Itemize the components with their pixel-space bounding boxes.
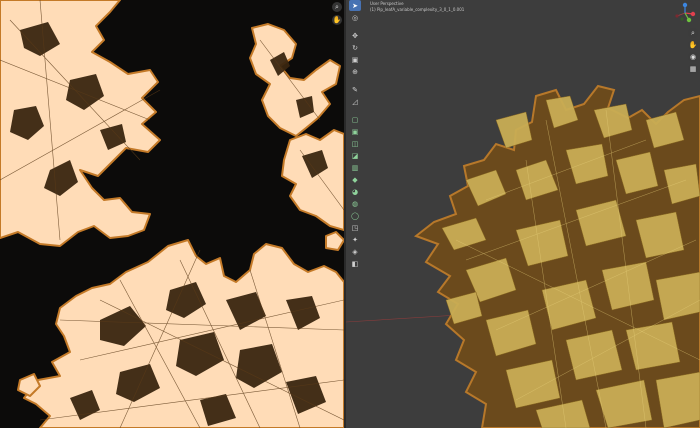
measure-tool-icon[interactable]: ◿ bbox=[349, 96, 361, 107]
zoom-icon[interactable]: ⌕ bbox=[332, 2, 342, 12]
z-axis-handle bbox=[682, 2, 688, 8]
bevel-tool-icon[interactable]: ◪ bbox=[349, 150, 361, 161]
transform-tool-icon[interactable]: ⊕ bbox=[349, 66, 361, 77]
foliage-mesh bbox=[346, 84, 700, 428]
knife-tool-icon[interactable]: ◆ bbox=[349, 174, 361, 185]
smooth-tool-icon[interactable]: ◯ bbox=[349, 210, 361, 221]
viewport-navigation-controls: ⌕ ✋ ◉ ▦ bbox=[688, 28, 698, 74]
y-axis-handle bbox=[686, 17, 692, 23]
x-axis-handle bbox=[690, 11, 696, 17]
active-object-label: (1) Pip_leafA_variable_complexity_3_0_1_… bbox=[370, 7, 465, 12]
navigation-gizmo[interactable] bbox=[674, 2, 696, 24]
cursor-tool-icon[interactable]: ◎ bbox=[349, 12, 361, 23]
poly-build-tool-icon[interactable]: ◕ bbox=[349, 186, 361, 197]
hand-icon[interactable]: ✋ bbox=[332, 15, 342, 25]
uv-navigation-controls: ⌕ ✋ bbox=[332, 2, 342, 25]
inset-tool-icon[interactable]: ◫ bbox=[349, 138, 361, 149]
grid-icon[interactable]: ▦ bbox=[688, 64, 698, 74]
uv-editor[interactable]: ⌕ ✋ bbox=[0, 0, 344, 428]
edge-slide-tool-icon[interactable]: ◳ bbox=[349, 222, 361, 233]
uv-islands bbox=[0, 0, 344, 428]
toolbar-separator bbox=[349, 108, 361, 113]
add-cube-tool-icon[interactable]: ▢ bbox=[349, 114, 361, 125]
shrink-tool-icon[interactable]: ✦ bbox=[349, 234, 361, 245]
hand-icon[interactable]: ✋ bbox=[688, 40, 698, 50]
move-tool-icon[interactable]: ✥ bbox=[349, 30, 361, 41]
tool-shelf: ➤ ◎ ✥ ↻ ▣ ⊕ ✎ ◿ ▢ ▣ ◫ ◪ ▥ ◆ ◕ ◍ ◯ ◳ ✦ ◈ ◧ bbox=[348, 0, 362, 270]
uv-island-canvas bbox=[0, 0, 344, 428]
loop-cut-tool-icon[interactable]: ▥ bbox=[349, 162, 361, 173]
select-tool-icon[interactable]: ➤ bbox=[349, 0, 361, 11]
scale-tool-icon[interactable]: ▣ bbox=[349, 54, 361, 65]
zoom-icon[interactable]: ⌕ bbox=[688, 28, 698, 38]
shear-tool-icon[interactable]: ◈ bbox=[349, 246, 361, 257]
viewport-header-text: User Perspective (1) Pip_leafA_variable_… bbox=[370, 1, 464, 13]
extrude-tool-icon[interactable]: ▣ bbox=[349, 126, 361, 137]
toolbar-separator bbox=[349, 78, 361, 83]
annotate-tool-icon[interactable]: ✎ bbox=[349, 84, 361, 95]
spin-tool-icon[interactable]: ◍ bbox=[349, 198, 361, 209]
toolbar-separator bbox=[349, 24, 361, 29]
rip-tool-icon[interactable]: ◧ bbox=[349, 258, 361, 269]
3d-viewport[interactable]: User Perspective (1) Pip_leafA_variable_… bbox=[346, 0, 700, 428]
camera-icon[interactable]: ◉ bbox=[688, 52, 698, 62]
rotate-tool-icon[interactable]: ↻ bbox=[349, 42, 361, 53]
